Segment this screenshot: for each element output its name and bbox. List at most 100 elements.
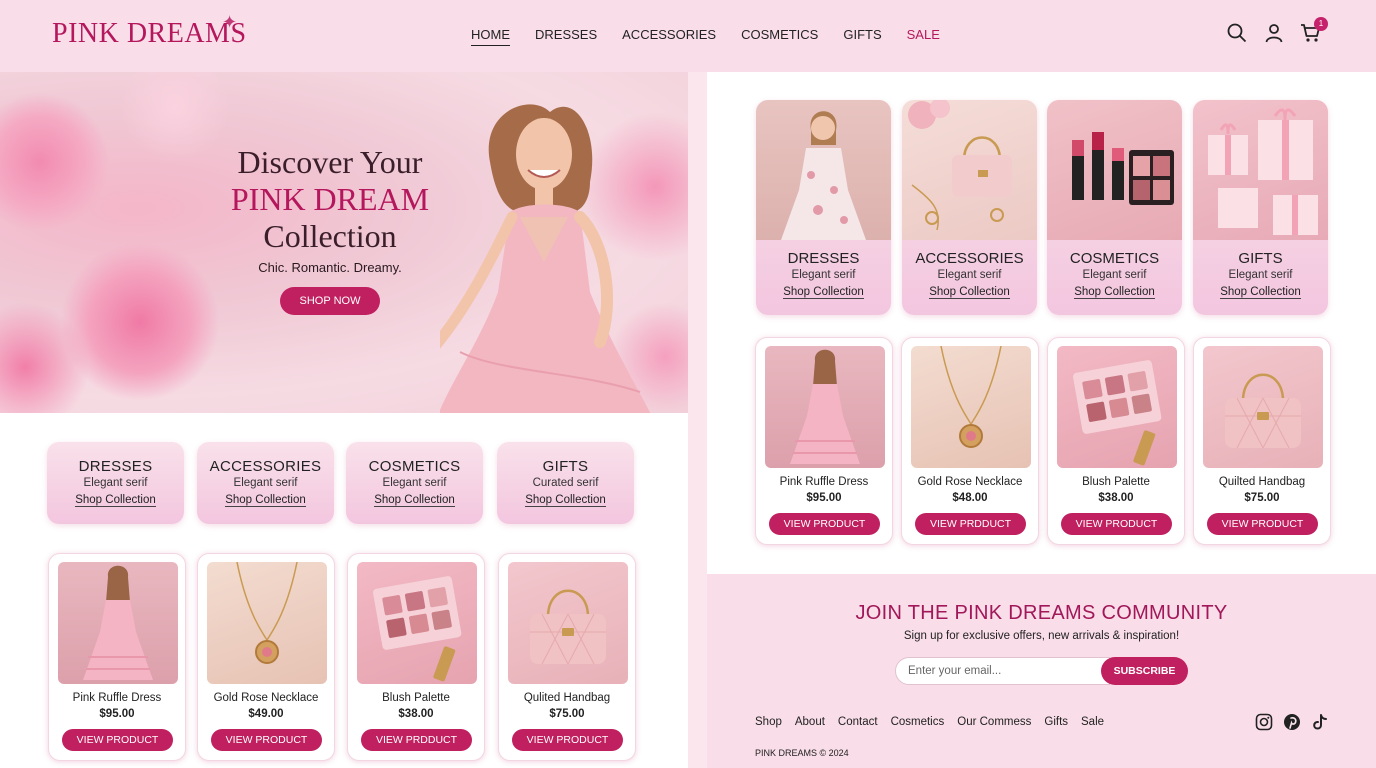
nav-dresses[interactable]: DRESSES xyxy=(535,27,597,46)
tiktok-icon[interactable] xyxy=(1311,713,1329,731)
category-subtitle: Elegant serif xyxy=(791,269,856,281)
view-product-button[interactable]: VIEW PRODUCT xyxy=(62,729,173,751)
logo[interactable]: PINK DREAMS xyxy=(52,18,247,50)
footer-link-about[interactable]: About xyxy=(795,716,825,728)
footer-links: Shop About Contact Cosmetics Our Commess… xyxy=(755,716,1117,728)
sparkle-icon: ✦ xyxy=(222,12,238,32)
view-product-button[interactable]: VIEW PRODUCT xyxy=(512,729,623,751)
category-card-gifts[interactable]: GIFTS Curated serif Shop Collection xyxy=(497,442,634,524)
product-card[interactable]: Gold Rose Necklace $49.00 VIEW PRODUCT xyxy=(197,553,335,761)
pinterest-icon[interactable] xyxy=(1283,713,1301,731)
product-name: Gold Rose Necklace xyxy=(917,476,1023,488)
category-card-gifts[interactable]: GIFTS Elegant serif Shop Collection xyxy=(1193,100,1328,315)
category-card-cosmetics[interactable]: COSMETICS Elegant serif Shop Collection xyxy=(1047,100,1182,315)
community-footer: JOIN THE PINK DREAMS COMMUNITY Sign up f… xyxy=(707,574,1376,768)
category-subtitle: Elegant serif xyxy=(937,269,1002,281)
product-card[interactable]: Blush Palette $38.00 VIEW PRDDUCT xyxy=(347,553,485,761)
product-card[interactable]: Qulited Handbag $75.00 VIEW PRODUCT xyxy=(498,553,636,761)
product-name: Qulited Handbag xyxy=(523,692,611,704)
user-icon[interactable] xyxy=(1263,22,1285,44)
product-price: $49.00 xyxy=(248,708,284,720)
product-price: $75.00 xyxy=(1244,492,1280,504)
footer-link-our-commess[interactable]: Our Commess xyxy=(957,716,1031,728)
shop-collection-link[interactable]: Shop Collection xyxy=(525,494,606,507)
shop-collection-link[interactable]: Shop Collection xyxy=(1220,286,1301,299)
footer-link-contact[interactable]: Contact xyxy=(838,716,878,728)
product-price: $95.00 xyxy=(806,492,842,504)
hero-banner: Discover Your PINK DREAM Collection Chic… xyxy=(0,72,688,413)
product-image-dress xyxy=(765,346,885,468)
nav-gifts[interactable]: GIFTS xyxy=(843,27,881,46)
shop-collection-link[interactable]: Shop Collection xyxy=(929,286,1010,299)
cart-count-badge: 1 xyxy=(1314,17,1328,31)
category-image-gifts xyxy=(1193,100,1328,240)
category-image-accessories xyxy=(902,100,1037,240)
shop-collection-link[interactable]: Shop Collection xyxy=(225,494,306,507)
view-product-button[interactable]: VIEW PRODUCT xyxy=(1061,513,1172,535)
instagram-icon[interactable] xyxy=(1255,713,1273,731)
right-content: DRESSES Elegant serif Shop Collection AC… xyxy=(707,72,1376,574)
category-card-accessories[interactable]: ACCESSORIES Elegant serif Shop Collectio… xyxy=(902,100,1037,315)
product-name: Quilted Handbag xyxy=(1218,476,1306,488)
product-card[interactable]: Gold Rose Necklace $48.00 VIEW PRDDUCT xyxy=(901,337,1039,545)
product-image-handbag xyxy=(1203,346,1323,468)
view-product-button[interactable]: VIEW PRODUCT xyxy=(1207,513,1318,535)
category-title: ACCESSORIES xyxy=(209,458,322,475)
hero-title-line2: PINK DREAM xyxy=(230,181,430,217)
shop-now-button[interactable]: SHOP NOW xyxy=(280,287,380,315)
nav-accessories[interactable]: ACCESSORIES xyxy=(622,27,716,46)
view-product-button[interactable]: VIEW PRODUCT xyxy=(769,513,880,535)
cart-icon[interactable]: 1 xyxy=(1300,17,1328,44)
category-card-cosmetics[interactable]: COSMETICS Elegant serif Shop Collection xyxy=(346,442,483,524)
category-card-dresses[interactable]: DRESSES Elegant serif Shop Collection xyxy=(47,442,184,524)
category-title: COSMETICS xyxy=(1069,250,1160,267)
footer-link-sale[interactable]: Sale xyxy=(1081,716,1104,728)
product-price: $75.00 xyxy=(549,708,585,720)
category-card-accessories[interactable]: ACCESSORIES Elegant serif Shop Collectio… xyxy=(197,442,334,524)
community-title: JOIN THE PINK DREAMS COMMUNITY xyxy=(855,602,1228,624)
email-field[interactable]: Enter your email... xyxy=(895,657,1110,685)
nav-home[interactable]: HOME xyxy=(471,27,510,46)
blossom-decoration xyxy=(0,92,110,232)
footer-link-cosmetics[interactable]: Cosmetics xyxy=(891,716,945,728)
view-product-button[interactable]: VIEW PRODUCT xyxy=(211,729,322,751)
hero-title-line1: Discover Your xyxy=(237,144,423,180)
product-image-palette xyxy=(1057,346,1177,468)
category-image-dresses xyxy=(756,100,891,240)
category-subtitle: Elegant serif xyxy=(233,477,298,489)
footer-link-gifts[interactable]: Gifts xyxy=(1044,716,1068,728)
product-card[interactable]: Pink Ruffle Dress $95.00 VIEW PRODUCT xyxy=(48,553,186,761)
footer-link-shop[interactable]: Shop xyxy=(755,716,782,728)
site-header: PINK DREAMS ✦ HOME DRESSES ACCESSORIES C… xyxy=(0,0,1376,72)
hero-title: Discover Your PINK DREAM Collection xyxy=(200,144,460,255)
category-image-cosmetics xyxy=(1047,100,1182,240)
product-price: $48.00 xyxy=(952,492,988,504)
category-subtitle: Elegant serif xyxy=(1082,269,1147,281)
category-subtitle: Elegant serif xyxy=(83,477,148,489)
category-title: COSMETICS xyxy=(368,458,461,475)
shop-collection-link[interactable]: Shop Collection xyxy=(374,494,455,507)
copyright: PINK DREAMS © 2024 xyxy=(755,748,849,758)
shop-collection-link[interactable]: Shop Collection xyxy=(75,494,156,507)
product-name: Blush Palette xyxy=(382,692,450,704)
shop-collection-link[interactable]: Shop Collection xyxy=(783,286,864,299)
product-name: Blush Palette xyxy=(1082,476,1150,488)
category-subtitle: Elegant serif xyxy=(1228,269,1293,281)
shop-collection-link[interactable]: Shop Collection xyxy=(1074,286,1155,299)
product-price: $38.00 xyxy=(398,708,434,720)
product-card[interactable]: Blush Palette $38.00 VIEW PRODUCT xyxy=(1047,337,1185,545)
category-card-dresses[interactable]: DRESSES Elegant serif Shop Collection xyxy=(756,100,891,315)
search-icon[interactable] xyxy=(1226,22,1248,44)
view-product-button[interactable]: VIEW PRDDUCT xyxy=(915,513,1026,535)
product-image-necklace xyxy=(207,562,327,684)
product-image-handbag xyxy=(508,562,628,684)
nav-cosmetics[interactable]: COSMETICS xyxy=(741,27,818,46)
product-card[interactable]: Quilted Handbag $75.00 VIEW PRODUCT xyxy=(1193,337,1331,545)
product-price: $38.00 xyxy=(1098,492,1134,504)
subscribe-button[interactable]: SUBSCRIBE xyxy=(1101,657,1188,685)
product-name: Pink Ruffle Dress xyxy=(779,476,869,488)
product-image-palette xyxy=(357,562,477,684)
nav-sale[interactable]: SALE xyxy=(907,27,940,46)
product-card[interactable]: Pink Ruffle Dress $95.00 VIEW PRODUCT xyxy=(755,337,893,545)
view-product-button[interactable]: VIEW PRDDUCT xyxy=(361,729,472,751)
